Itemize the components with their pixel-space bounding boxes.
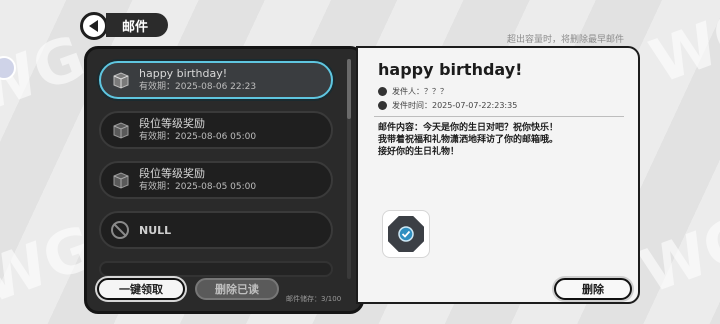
delete-button[interactable]: 删除	[554, 278, 632, 300]
background-watermark: WG	[631, 202, 720, 308]
check-badge-icon	[398, 226, 414, 242]
sender-row: 发件人：？？？	[378, 86, 448, 97]
person-icon	[378, 87, 387, 96]
mail-item-partial[interactable]	[99, 261, 333, 277]
page-title: 邮件	[106, 13, 168, 37]
delete-read-button[interactable]: 删除已读	[195, 278, 279, 300]
back-button[interactable]	[80, 12, 108, 40]
divider	[374, 116, 624, 117]
gift-box-icon	[113, 172, 129, 189]
scrollbar-thumb[interactable]	[347, 59, 351, 119]
detail-title: happy birthday!	[378, 60, 523, 79]
sender-text: 发件人：？？？	[392, 87, 448, 96]
mail-item[interactable]: 段位等级奖励 有效期：2025-08-06 05:00	[99, 111, 333, 149]
mail-title: happy birthday!	[139, 67, 228, 80]
mail-item-empty[interactable]: NULL	[99, 211, 333, 249]
mail-item[interactable]: 段位等级奖励 有效期：2025-08-05 05:00	[99, 161, 333, 199]
mail-detail-panel: happy birthday! 发件人：？？？ 发件时间：2025-07-07-…	[356, 46, 640, 304]
content-line: 我带着祝福和礼物潇洒地拜访了你的邮箱哦。	[378, 135, 559, 145]
mail-content: 邮件内容：今天是你的生日对吧？祝你快乐！ 我带着祝福和礼物潇洒地拜访了你的邮箱哦…	[378, 122, 618, 158]
send-time-row: 发件时间：2025-07-07-22:23:35	[378, 100, 517, 111]
content-line: 邮件内容：今天是你的生日对吧？祝你快乐！	[378, 123, 559, 133]
mail-list-panel: happy birthday! 有效期：2025-08-06 22:23 段位等…	[84, 46, 364, 314]
send-time-text: 发件时间：2025-07-07-22:23:35	[392, 101, 518, 110]
mail-list-scrollbar[interactable]	[347, 59, 351, 279]
back-arrow-icon	[88, 20, 98, 32]
mail-expiry: 有效期：2025-08-06 05:00	[139, 132, 257, 142]
reward-item-slot[interactable]	[382, 210, 430, 258]
reward-item-icon	[388, 216, 424, 252]
mail-expiry: 有效期：2025-08-05 05:00	[139, 182, 257, 192]
mail-title: NULL	[139, 223, 172, 237]
background-watermark: WG	[0, 22, 94, 128]
storage-count: 邮件储存：3/100	[286, 295, 342, 303]
mail-title: 段位等级奖励	[139, 167, 205, 180]
mail-title: 段位等级奖励	[139, 117, 205, 130]
claim-all-button[interactable]: 一键领取	[97, 278, 185, 300]
background-watermark: WG	[641, 0, 720, 98]
mail-expiry: 有效期：2025-08-06 22:23	[139, 82, 257, 92]
mail-item-selected[interactable]: happy birthday! 有效期：2025-08-06 22:23	[99, 61, 333, 99]
gift-box-icon	[113, 72, 129, 89]
gift-box-icon	[113, 122, 129, 139]
capacity-note: 超出容量时，将删除最早邮件	[506, 35, 624, 45]
null-icon	[111, 221, 129, 239]
content-line: 接好你的生日礼物！	[378, 147, 460, 157]
clock-icon	[378, 101, 387, 110]
